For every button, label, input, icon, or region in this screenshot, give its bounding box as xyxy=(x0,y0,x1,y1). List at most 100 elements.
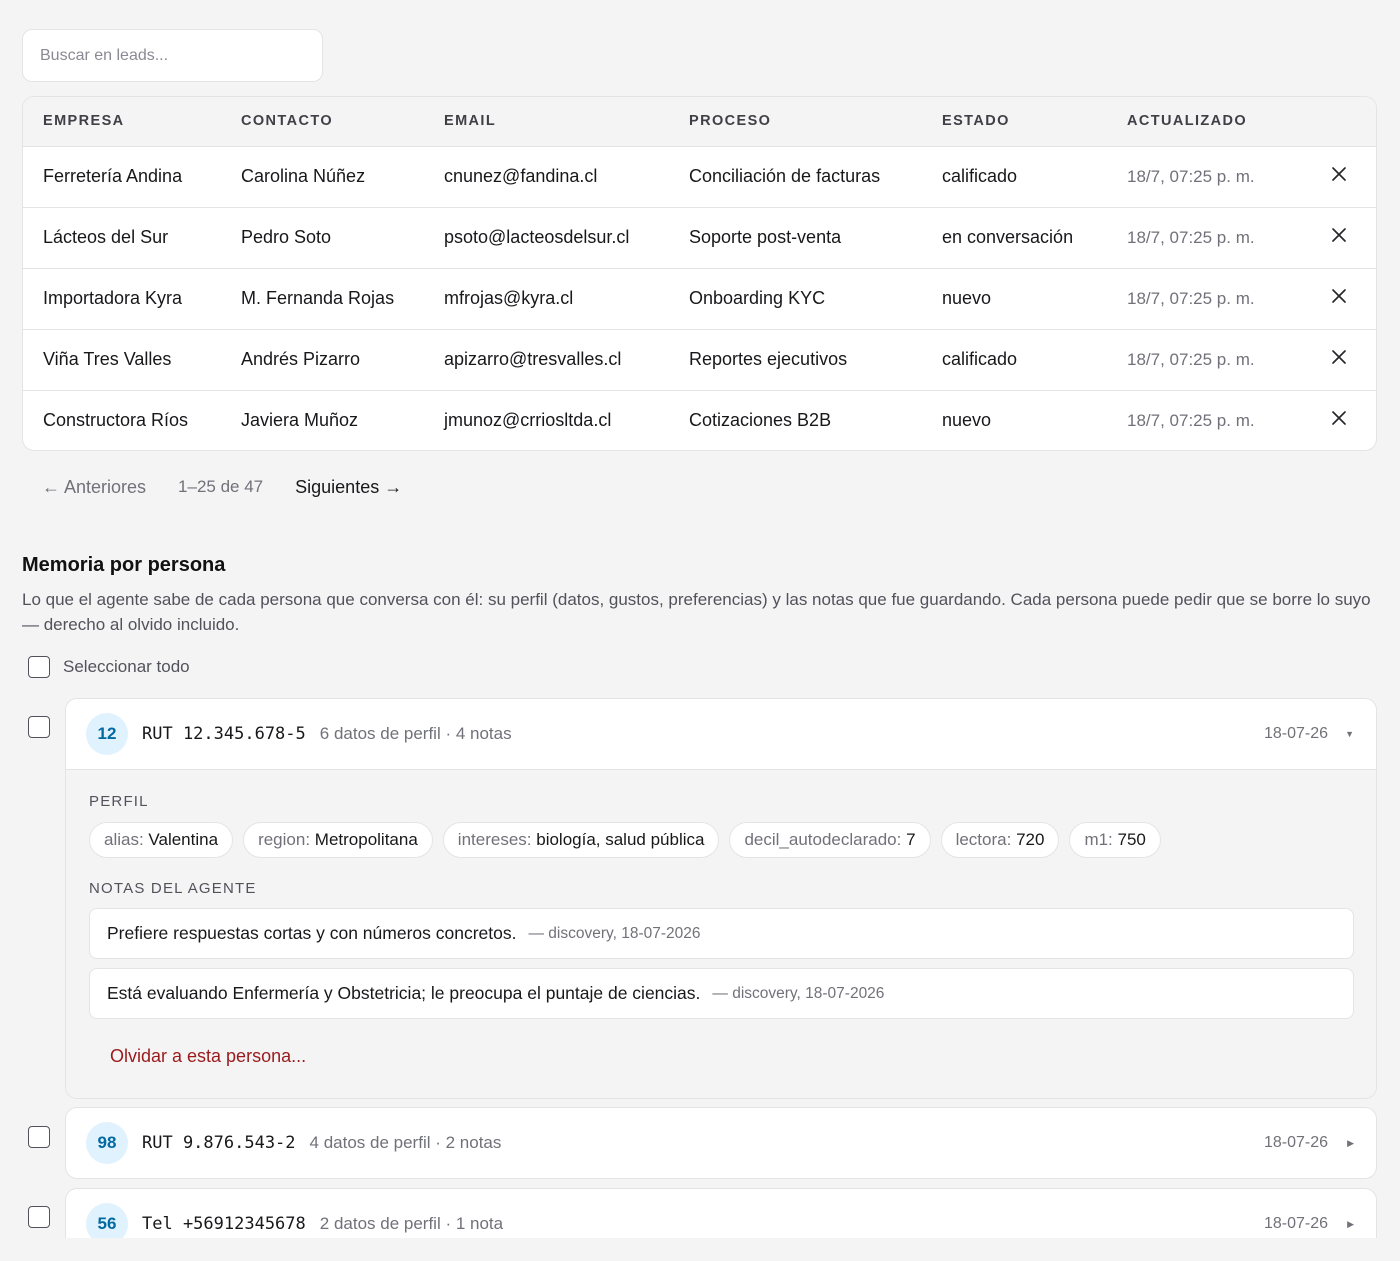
person-badge: 98 xyxy=(86,1122,128,1164)
cell-email: mfrojas@kyra.cl xyxy=(444,288,574,308)
column-header-estado: ESTADO xyxy=(942,113,1010,130)
person-card-header[interactable]: 12 RUT 12.345.678-5 6 datos de perfil · … xyxy=(66,699,1376,769)
person-details: PERFIL alias: Valentina region: Metropol… xyxy=(66,769,1376,1098)
agent-note: Prefiere respuestas cortas y con números… xyxy=(89,908,1354,959)
cell-proceso: Cotizaciones B2B xyxy=(689,410,832,431)
search-input[interactable] xyxy=(22,29,323,82)
caret-right-icon[interactable]: ▶ xyxy=(1347,1219,1354,1230)
cell-empresa: Constructora Ríos xyxy=(43,410,189,431)
page-range-label: 1–25 de 47 xyxy=(178,477,264,496)
select-all-checkbox[interactable] xyxy=(28,656,50,678)
person-summary: 4 datos de perfil · 2 notas xyxy=(309,1133,502,1152)
chip-key: intereses: xyxy=(457,830,532,849)
chip-value: 750 xyxy=(1117,830,1146,849)
cell-email: cnunez@fandina.cl xyxy=(444,166,598,186)
profile-chip: decil_autodeclarado: 7 xyxy=(729,822,931,858)
table-row[interactable]: Ferretería Andina Carolina Núñez cnunez@… xyxy=(23,146,1376,207)
cell-empresa: Viña Tres Valles xyxy=(43,349,172,369)
profile-chip: intereses: biología, salud pública xyxy=(442,822,720,858)
person-card: 98 RUT 9.876.543-2 4 datos de perfil · 2… xyxy=(65,1107,1377,1179)
cell-empresa: Ferretería Andina xyxy=(43,166,183,186)
cell-actions xyxy=(1302,146,1376,207)
caret-right-icon[interactable]: ▶ xyxy=(1347,1138,1354,1149)
cell-contacto: Carolina Núñez xyxy=(241,166,366,186)
cell-actualizado: 18/7, 07:25 p. m. xyxy=(1127,227,1255,247)
cell-proceso: Conciliación de facturas xyxy=(689,166,881,186)
cell-actions xyxy=(1302,268,1376,329)
cell-proceso: Soporte post-venta xyxy=(689,227,842,247)
chip-key: region: xyxy=(258,830,311,849)
cell-actions xyxy=(1302,207,1376,268)
table-header-row: EMPRESA CONTACTO EMAIL PROCESO ESTADO AC… xyxy=(23,97,1376,146)
person-checkbox[interactable] xyxy=(28,1206,50,1228)
cell-actualizado: 18/7, 07:25 p. m. xyxy=(1127,166,1255,186)
column-header-empresa: EMPRESA xyxy=(43,113,125,130)
cell-actualizado: 18/7, 07:25 p. m. xyxy=(1127,288,1255,308)
table-row[interactable]: Importadora Kyra M. Fernanda Rojas mfroj… xyxy=(23,268,1376,329)
memory-section-description: Lo que el agente sabe de cada persona qu… xyxy=(22,590,1371,634)
person-badge: 12 xyxy=(86,713,128,755)
cell-email: jmunoz@crriosltda.cl xyxy=(444,410,612,431)
next-page-button[interactable]: Siguientes → xyxy=(295,477,402,498)
table-row[interactable]: Viña Tres Valles Andrés Pizarro apizarro… xyxy=(23,329,1376,390)
person-checkbox[interactable] xyxy=(28,716,50,738)
person-summary: 2 datos de perfil · 1 nota xyxy=(319,1214,504,1233)
close-icon[interactable] xyxy=(1329,164,1349,184)
cell-empresa: Lácteos del Sur xyxy=(43,227,169,247)
profile-chip: region: Metropolitana xyxy=(243,822,433,858)
chip-value: 720 xyxy=(1016,830,1045,849)
profile-chips: alias: Valentina region: Metropolitana i… xyxy=(89,822,1161,858)
chip-value: Metropolitana xyxy=(314,830,418,849)
column-header-actualizado: ACTUALIZADO xyxy=(1127,113,1248,130)
note-text: Prefiere respuestas cortas y con números… xyxy=(107,923,517,943)
cell-estado: nuevo xyxy=(942,410,992,431)
close-icon[interactable] xyxy=(1329,225,1349,245)
caret-down-icon[interactable]: ▼ xyxy=(1345,729,1354,739)
chip-value: biología, salud pública xyxy=(536,830,705,849)
cell-email: psoto@lacteosdelsur.cl xyxy=(444,227,630,247)
close-icon[interactable] xyxy=(1329,286,1349,306)
select-all: Seleccionar todo xyxy=(28,656,190,678)
chip-key: m1: xyxy=(1084,830,1113,849)
table-row[interactable]: Lácteos del Sur Pedro Soto psoto@lacteos… xyxy=(23,207,1376,268)
person-date: 18-07-26 xyxy=(1263,725,1328,742)
column-header-actions xyxy=(1302,97,1376,146)
person-date: 18-07-26 xyxy=(1263,1215,1328,1232)
agent-note: Está evaluando Enfermería y Obstetricia;… xyxy=(89,968,1354,1019)
person-identifier: RUT 9.876.543-2 xyxy=(142,1133,296,1153)
person-date: 18-07-26 xyxy=(1263,1134,1328,1151)
close-icon[interactable] xyxy=(1329,408,1349,428)
pagination: ← Anteriores 1–25 de 47 Siguientes → xyxy=(42,476,402,498)
profile-chip: alias: Valentina xyxy=(89,822,234,858)
cell-estado: calificado xyxy=(942,349,1018,369)
memory-section-title: Memoria por persona xyxy=(22,554,226,576)
notes-section-label: NOTAS DEL AGENTE xyxy=(89,880,257,897)
chip-key: lectora: xyxy=(955,830,1012,849)
cell-contacto: Andrés Pizarro xyxy=(241,349,361,369)
cell-contacto: Pedro Soto xyxy=(241,227,332,247)
close-icon[interactable] xyxy=(1329,347,1349,367)
chip-key: decil_autodeclarado: xyxy=(744,830,902,849)
person-checkbox[interactable] xyxy=(28,1126,50,1148)
cell-empresa: Importadora Kyra xyxy=(43,288,183,308)
chip-value: Valentina xyxy=(148,830,219,849)
table-row[interactable]: Constructora Ríos Javiera Muñoz jmunoz@c… xyxy=(23,390,1376,450)
cell-actions xyxy=(1302,329,1376,390)
column-header-contacto: CONTACTO xyxy=(241,113,334,130)
profile-chip: lectora: 720 xyxy=(940,822,1060,858)
person-identifier: RUT 12.345.678-5 xyxy=(142,724,306,744)
profile-chip: m1: 750 xyxy=(1069,822,1161,858)
prev-page-button[interactable]: ← Anteriores xyxy=(42,477,146,498)
person-card-header[interactable]: 98 RUT 9.876.543-2 4 datos de perfil · 2… xyxy=(66,1108,1376,1178)
cell-estado: calificado xyxy=(942,166,1018,186)
bottom-fade xyxy=(0,1238,1400,1261)
cell-contacto: M. Fernanda Rojas xyxy=(241,288,395,308)
cell-proceso: Onboarding KYC xyxy=(689,288,826,308)
cell-actualizado: 18/7, 07:25 p. m. xyxy=(1127,410,1255,430)
forget-person-button[interactable]: Olvidar a esta persona... xyxy=(110,1046,306,1067)
cell-estado: nuevo xyxy=(942,288,992,308)
profile-section-label: PERFIL xyxy=(89,793,149,810)
select-all-label: Seleccionar todo xyxy=(63,657,190,676)
leads-table: EMPRESA CONTACTO EMAIL PROCESO ESTADO AC… xyxy=(22,96,1377,451)
chip-value: 7 xyxy=(906,830,916,849)
